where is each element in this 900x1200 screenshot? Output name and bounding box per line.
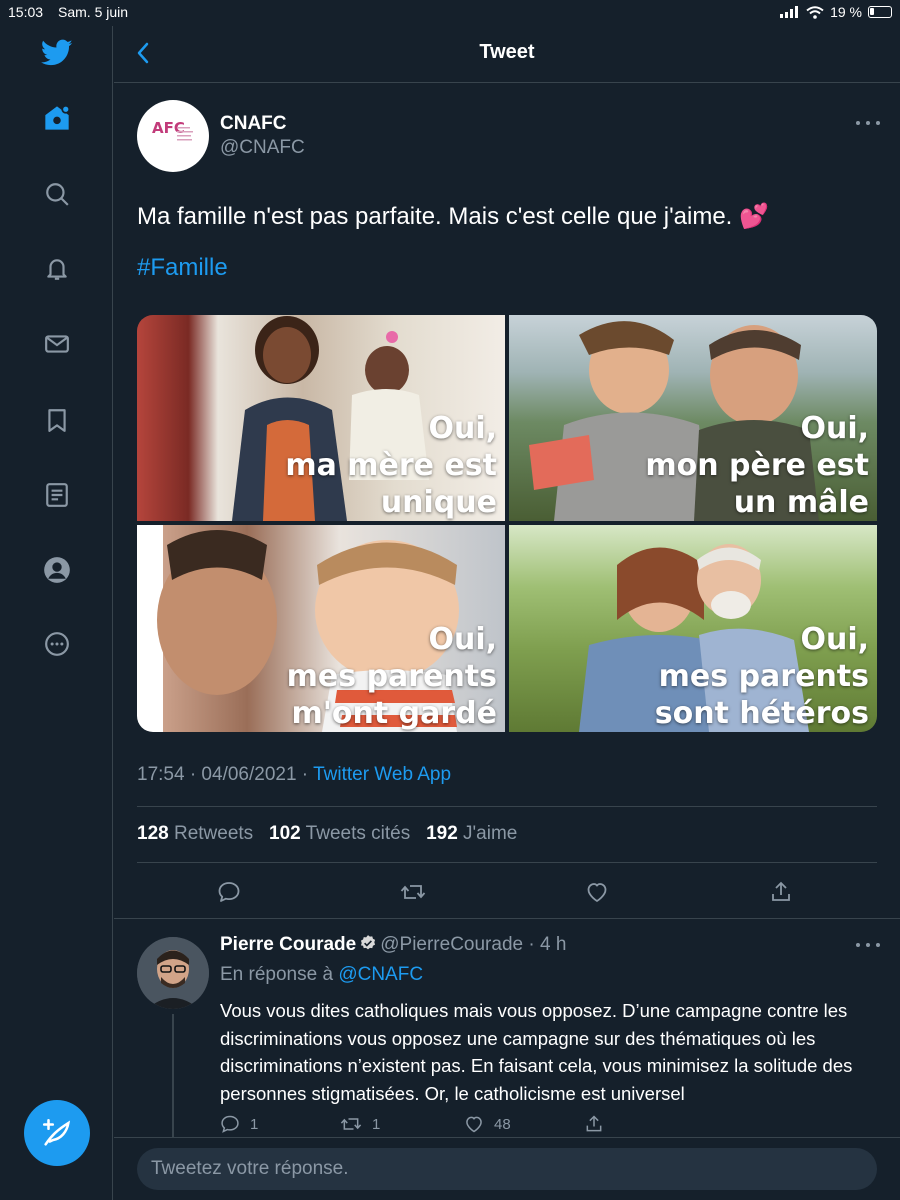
tweet-source[interactable]: Twitter Web App [313,764,451,785]
author-handle[interactable]: @CNAFC [220,137,305,159]
reply-retweet-count: 1 [372,1115,381,1133]
quotes-stat[interactable]: 102 Tweets cités [269,823,410,844]
like-icon [587,883,607,902]
media-tile-couple[interactable]: Oui, mes parents sont hétéros [509,525,877,732]
bookmark-icon[interactable] [40,403,74,437]
tweet-text: Ma famille n'est pas parfaite. Mais c'es… [137,203,769,230]
afc-logo: AFC [152,119,193,141]
twitter-bird-icon[interactable] [40,36,74,70]
status-indicators: 19 % [780,4,892,20]
reply-icon [218,882,240,902]
reply-like-count: 48 [494,1115,511,1133]
reply-icon [221,1115,239,1133]
main-column: Tweet AFC CNAFC @CNAFC Ma famille n'est … [114,26,900,1200]
hashtag-link[interactable]: #Famille [137,254,228,282]
battery-percent: 19 % [830,4,862,20]
reply-author-name[interactable]: Pierre Courade [220,934,356,955]
retweet-icon [340,1118,362,1130]
thread-line [172,1014,174,1138]
reply-header: Pierre Courade @PierreCourade · 4 h [220,934,566,956]
reply-text: Vous vous dites catholiques mais vous op… [220,1000,853,1104]
reply-like-button[interactable]: 48 [464,1114,511,1134]
home-icon[interactable] [40,101,74,135]
tweet-timestamp[interactable]: 17:54 · 04/06/2021 · [137,764,313,785]
battery-icon [868,6,892,18]
reply-context: En réponse à @CNAFC [220,964,424,985]
retweet-button[interactable] [398,877,428,907]
reply-avatar-photo [137,937,209,1009]
status-bar: 15:03 Sam. 5 juin 19 % [0,0,900,26]
tweet-stats: 128 Retweets 102 Tweets cités 192 J'aime [137,823,517,845]
share-icon [772,881,790,901]
verified-badge-icon [361,935,376,950]
compose-tweet-button[interactable] [24,1100,90,1166]
more-circle-icon[interactable] [40,627,74,661]
like-button[interactable] [582,877,612,907]
likes-stat[interactable]: 192 J'aime [426,823,517,844]
media-caption: Oui, mon père est un mâle [645,411,869,520]
reply-time: · 4 h [528,934,567,955]
sidebar-nav [0,26,113,1200]
author-avatar[interactable]: AFC [137,100,209,172]
reply-author-avatar[interactable] [137,937,209,1009]
reply-reply-button[interactable]: 1 [220,1114,258,1134]
wifi-icon [806,5,824,19]
search-icon[interactable] [40,177,74,211]
share-button[interactable] [766,877,796,907]
media-tile-baby[interactable]: Oui, mes parents m'ont gardé [137,525,505,732]
reply-author-handle[interactable]: @PierreCourade [380,934,523,955]
reply-to-link[interactable]: @CNAFC [338,964,423,985]
media-tile-mother[interactable]: Oui, ma mère est unique [137,315,505,521]
divider [137,862,877,863]
divider [114,918,900,919]
media-caption: Oui, ma mère est unique [285,411,497,520]
page-title: Tweet [479,41,535,63]
mail-icon[interactable] [40,327,74,361]
share-icon [586,1115,602,1132]
reply-reply-count: 1 [250,1115,259,1133]
reply-share-button[interactable] [584,1114,604,1134]
author-name[interactable]: CNAFC [220,113,287,135]
reply-composer [137,1148,877,1190]
tweet-meta: 17:54 · 04/06/2021 · Twitter Web App [137,764,451,786]
page-header: Tweet [114,26,900,83]
compose-feather-icon [42,1118,71,1146]
list-icon[interactable] [40,478,74,512]
divider [137,806,877,807]
bell-icon[interactable] [40,252,74,286]
signal-icon [780,6,799,18]
reply-input[interactable] [151,1148,851,1190]
status-date: Sam. 5 juin [58,4,129,20]
media-grid: Oui, ma mère est unique Oui, mon père es… [137,315,877,732]
like-icon [466,1116,482,1133]
status-time: 15:03 [8,4,44,20]
media-caption: Oui, mes parents sont hétéros [654,622,869,731]
media-caption: Oui, mes parents m'ont gardé [286,622,497,731]
reply-retweet-button[interactable]: 1 [340,1114,380,1134]
media-tile-father[interactable]: Oui, mon père est un mâle [509,315,877,521]
tweet-more-button[interactable] [856,117,880,129]
retweet-icon [400,885,426,899]
divider [114,1137,900,1138]
reply-button[interactable] [214,877,244,907]
reply-more-button[interactable] [856,939,880,951]
retweets-stat[interactable]: 128 Retweets [137,823,253,844]
profile-icon[interactable] [40,553,74,587]
